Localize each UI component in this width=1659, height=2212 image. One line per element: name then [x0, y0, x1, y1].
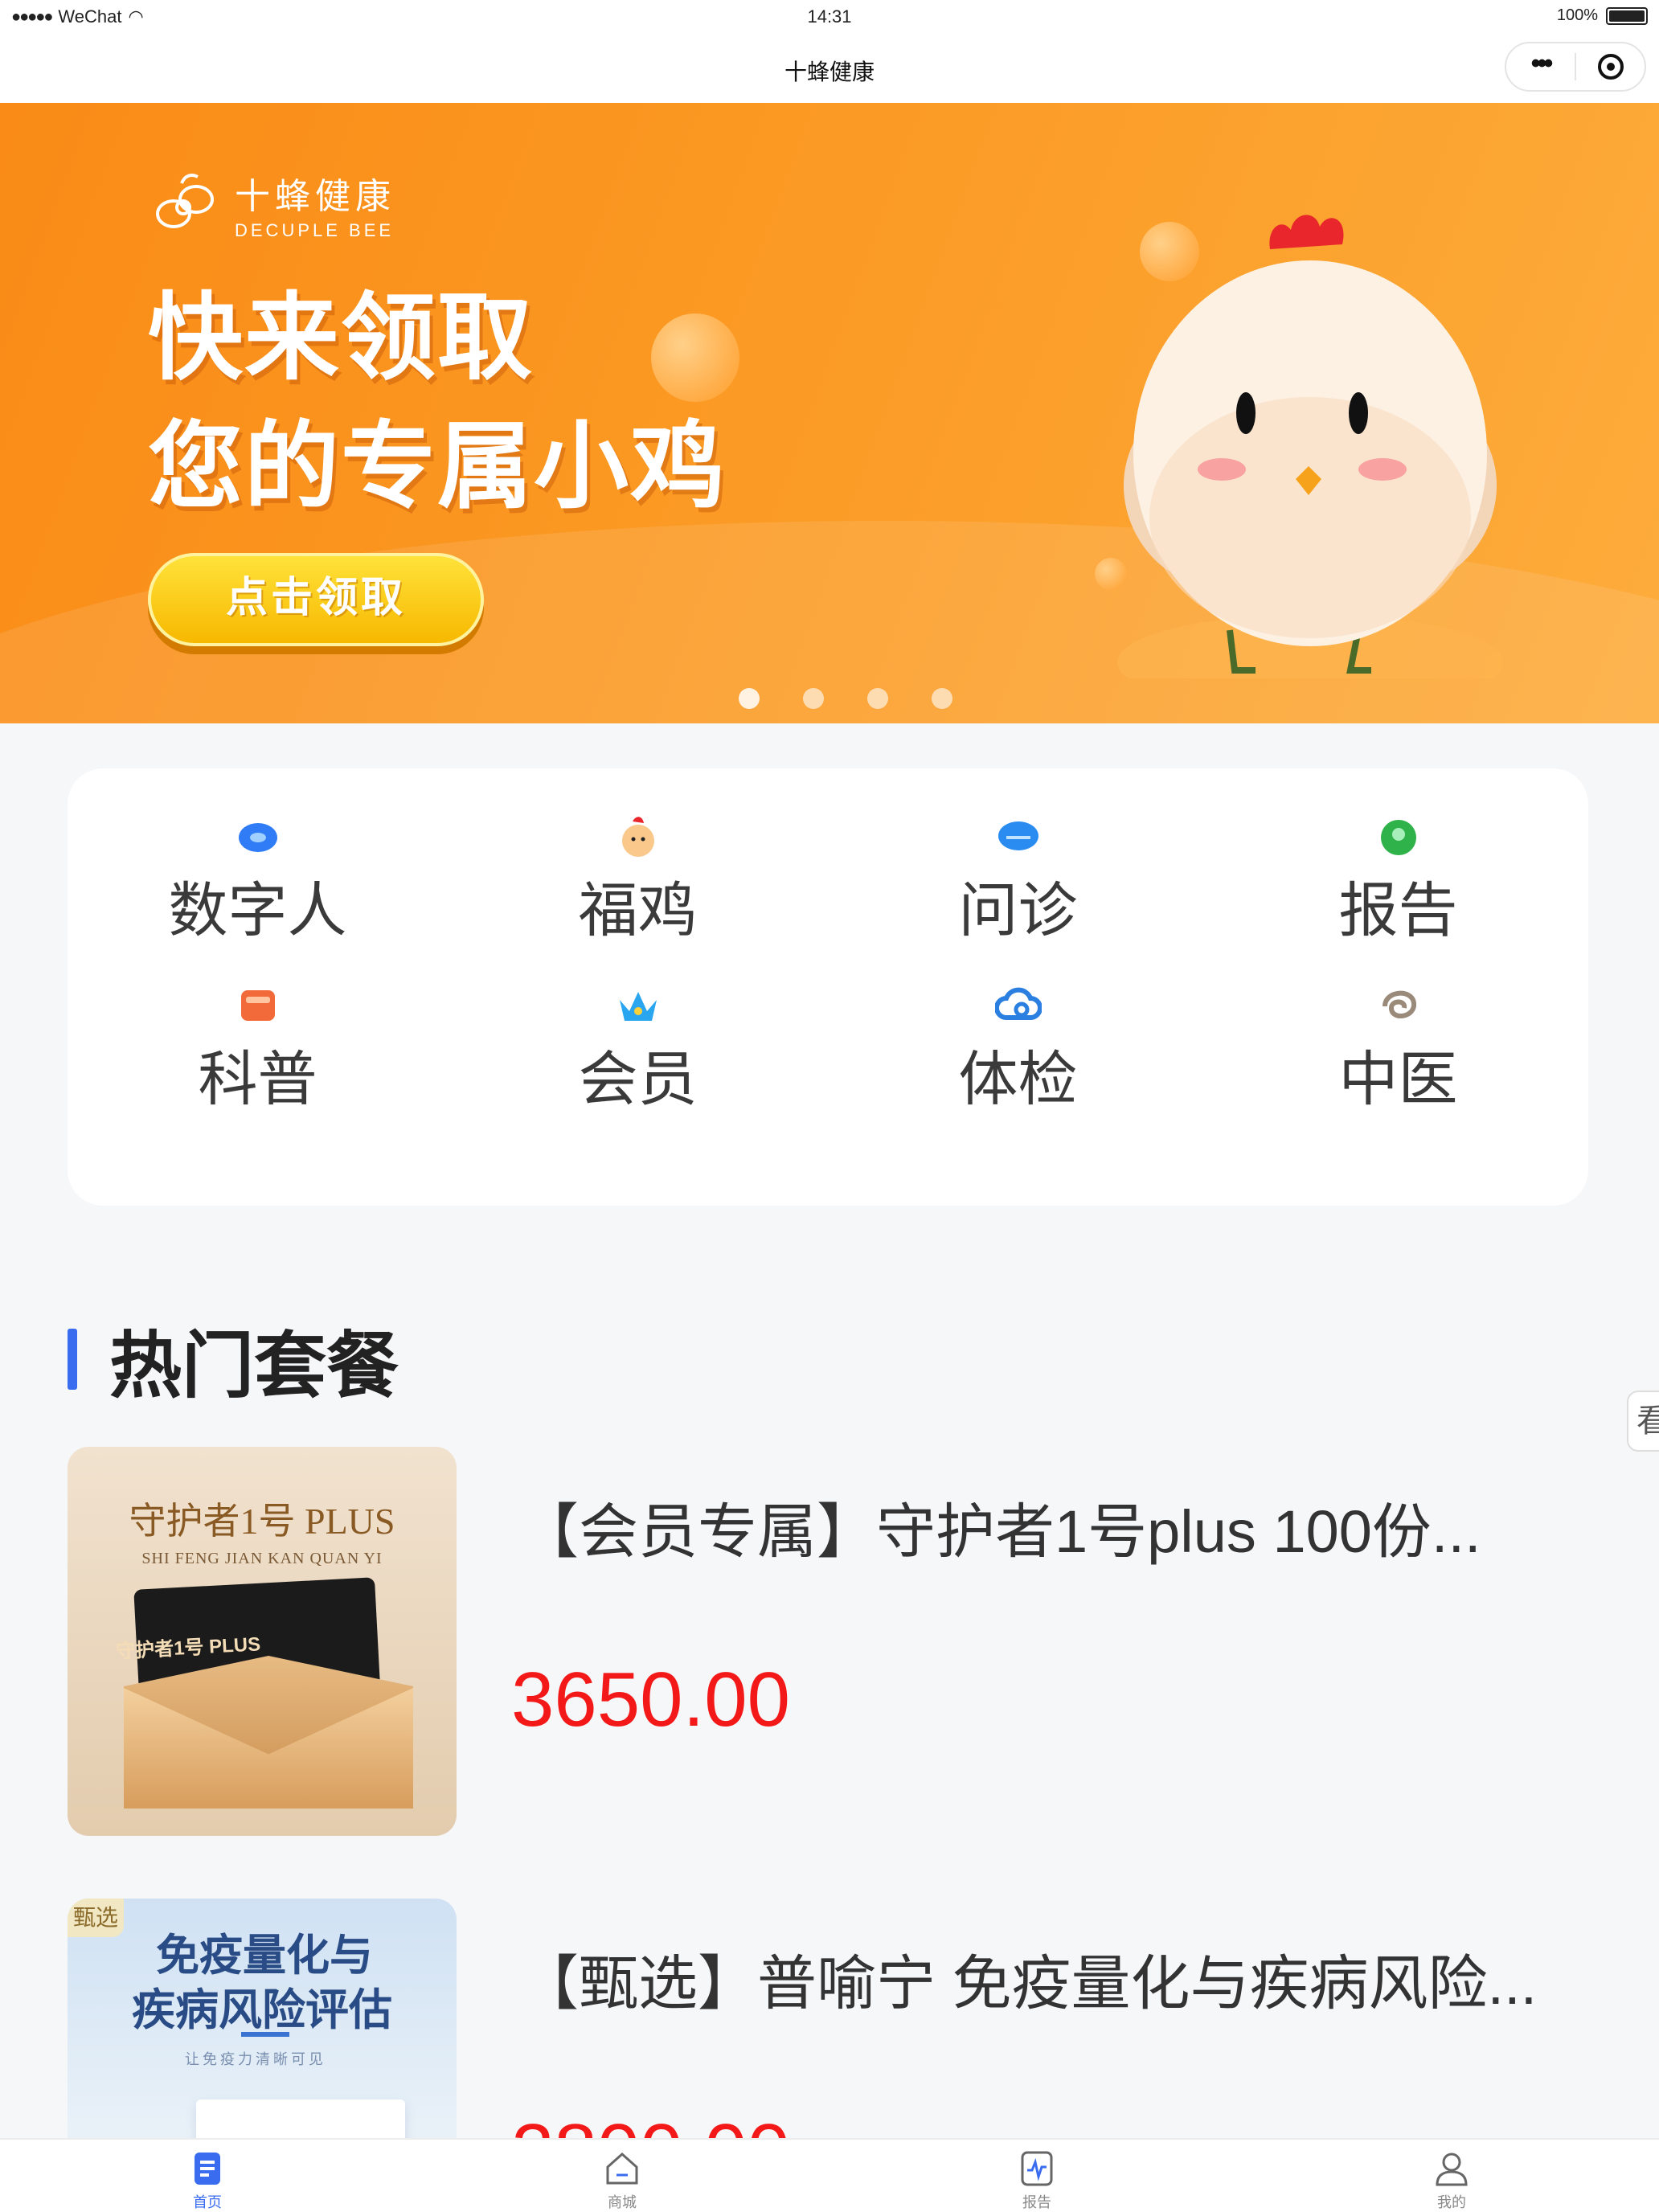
carousel-dot[interactable] — [739, 688, 760, 709]
bee-logo-icon — [156, 174, 214, 228]
brand-name: 十蜂健康 — [235, 177, 395, 216]
category-science[interactable]: 科普 — [68, 982, 448, 1109]
home-doc-icon — [195, 2153, 220, 2185]
brand-subtitle: DECUPLE BEE — [235, 220, 395, 240]
section-title: 热门套餐 — [109, 1326, 399, 1407]
category-label: 问诊 — [958, 877, 1078, 944]
thumb-tag: 甄选 — [68, 1899, 124, 1937]
tab-report[interactable]: 报告 — [830, 2140, 1244, 2212]
category-label: 科普 — [198, 1046, 317, 1112]
product-price: 3650.00 — [511, 1657, 791, 1743]
category-grid: 数字人 福鸡 问诊 报告 科普 会员 体检 中医 — [68, 813, 1588, 1109]
category-label: 福鸡 — [578, 877, 698, 944]
carousel-dot[interactable] — [932, 688, 952, 709]
tab-label: 商城 — [608, 2194, 637, 2210]
status-bar: ●●●●● WeChat ◠ 14:31 100% — [0, 0, 1659, 35]
status-time: 14:31 — [807, 6, 852, 27]
category-label: 体检 — [958, 1046, 1078, 1112]
pulse-icon — [1021, 2151, 1053, 2186]
category-label: 数字人 — [168, 877, 347, 944]
crown-icon — [619, 992, 657, 1021]
tab-label: 我的 — [1437, 2194, 1466, 2210]
product-thumbnail: 守护者1号 PLUS SHI FENG JIAN KAN QUAN YI 守护者… — [68, 1447, 457, 1836]
banner-headline-1: 快来领取 — [148, 285, 535, 391]
store-icon — [606, 2152, 638, 2185]
category-digital-human[interactable]: 数字人 — [68, 813, 448, 940]
category-tcm[interactable]: 中医 — [1208, 982, 1588, 1109]
category-label: 会员 — [578, 1046, 698, 1112]
category-label: 中医 — [1338, 1046, 1458, 1112]
consult-icon — [997, 821, 1038, 850]
miniprogram-capsule: ••• — [1505, 42, 1646, 92]
tcm-icon — [1382, 990, 1416, 1018]
category-checkup[interactable]: 体检 — [828, 982, 1208, 1109]
more-icon[interactable]: ••• — [1506, 50, 1575, 77]
chick-icon — [621, 817, 654, 857]
product-name: 【会员专属】守护者1号plus 100份... — [519, 1498, 1481, 1565]
thumb-caption: 让免疫力清晰可见 — [185, 2051, 326, 2067]
thumb-title-line-2: 疾病风险评估 — [132, 1986, 392, 2034]
banner-headline-2: 您的专属小鸡 — [148, 414, 727, 520]
science-icon — [240, 990, 275, 1021]
checkup-icon — [994, 987, 1042, 1020]
section-accent-bar — [68, 1329, 77, 1390]
page-title: 十蜂健康 — [784, 59, 875, 84]
tab-label: 报告 — [1022, 2194, 1051, 2210]
product-card[interactable]: 守护者1号 PLUS SHI FENG JIAN KAN QUAN YI 守护者… — [68, 1447, 1588, 1836]
thumb-subtitle: SHI FENG JIAN KAN QUAN YI — [141, 1550, 383, 1567]
tab-home[interactable]: 首页 — [0, 2140, 415, 2212]
category-consult[interactable]: 问诊 — [828, 813, 1208, 940]
category-chick[interactable]: 福鸡 — [448, 813, 828, 940]
floating-side-tab[interactable]: 看 — [1627, 1391, 1659, 1452]
battery-percent: 100% — [1556, 6, 1598, 24]
chick-mascot-icon — [1117, 215, 1503, 678]
carousel-dot[interactable] — [867, 688, 888, 709]
promo-banner[interactable]: 十蜂健康 DECUPLE BEE 快来领取 您的专属小鸡 点击领取 — [0, 103, 1659, 723]
thumb-title: 守护者1号 PLUS — [129, 1501, 395, 1542]
carousel-dot[interactable] — [803, 688, 824, 709]
claim-button[interactable]: 点击领取 — [148, 553, 484, 646]
digital-human-icon — [238, 823, 277, 852]
category-member[interactable]: 会员 — [448, 982, 828, 1109]
tab-bar: 首页 商城 报告 我的 — [0, 2138, 1659, 2212]
report-icon — [1380, 820, 1416, 855]
battery-icon — [1606, 6, 1648, 25]
thumb-rule — [241, 2032, 289, 2037]
close-miniprogram-button[interactable] — [1576, 54, 1645, 80]
product-name: 【甄选】普喻宁 免疫量化与疾病风险... — [519, 1950, 1538, 2017]
tab-label: 首页 — [193, 2194, 222, 2210]
nav-bar: 十蜂健康 ••• — [0, 35, 1659, 103]
user-icon — [1436, 2153, 1468, 2186]
tab-mine[interactable]: 我的 — [1244, 2140, 1659, 2212]
category-label: 报告 — [1338, 877, 1458, 944]
carousel-dots — [0, 688, 1659, 709]
target-icon — [1597, 54, 1624, 80]
tab-store[interactable]: 商城 — [415, 2140, 830, 2212]
status-right: 100% — [1557, 6, 1648, 25]
category-card: 数字人 福鸡 问诊 报告 科普 会员 体检 中医 — [68, 768, 1588, 1206]
section-header: 热门套餐 — [68, 1307, 399, 1411]
brand: 十蜂健康 DECUPLE BEE — [150, 167, 395, 241]
category-report[interactable]: 报告 — [1208, 813, 1588, 940]
